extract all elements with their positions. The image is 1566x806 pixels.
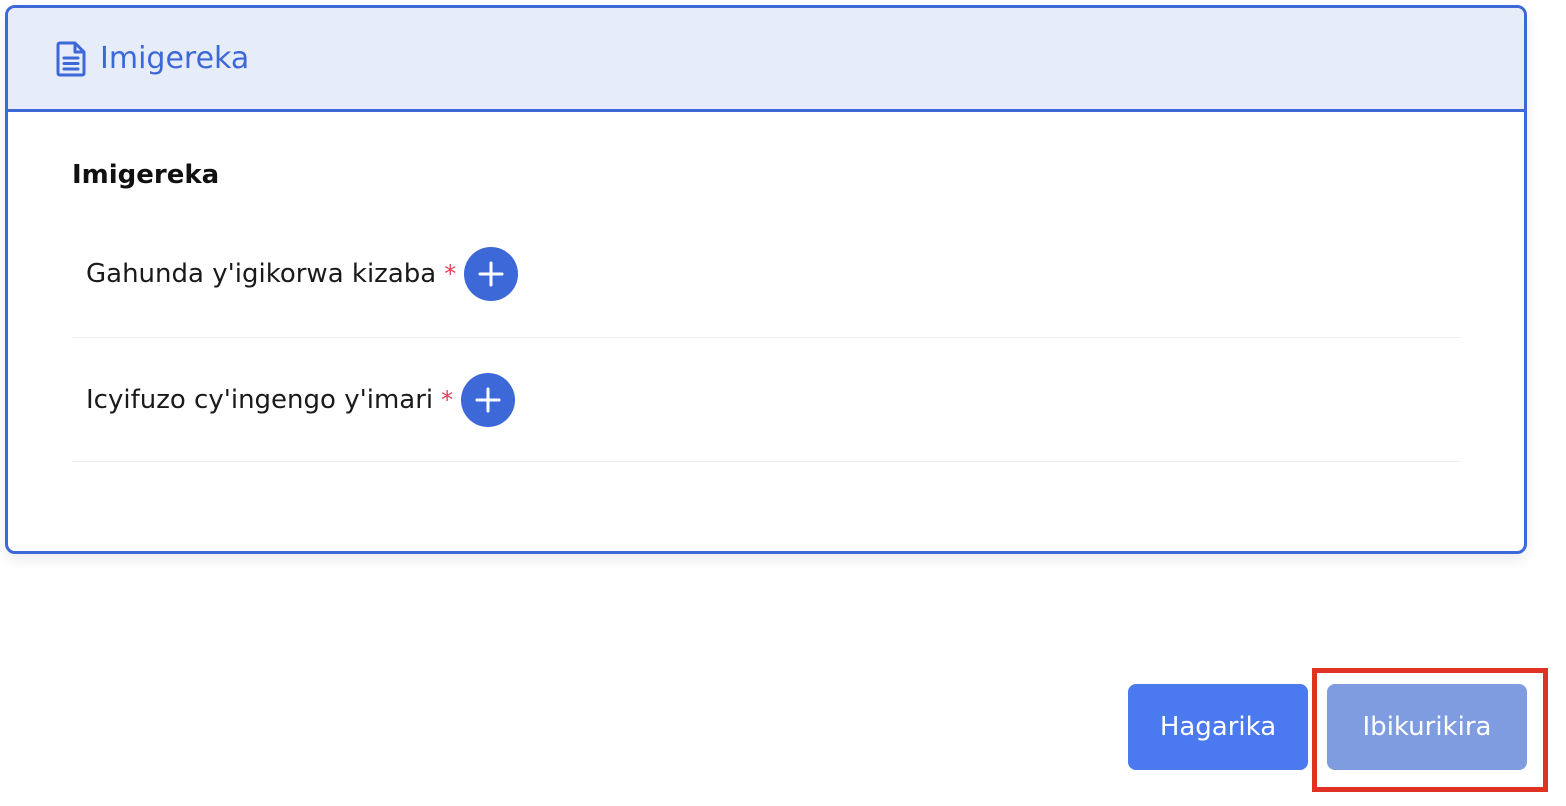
section-title: Imigereka	[72, 160, 220, 190]
attachments-card: Imigereka Imigereka Gahunda y'igikorwa k…	[5, 5, 1527, 554]
document-label: Gahunda y'igikorwa kizaba	[86, 258, 437, 289]
add-action-plan-button[interactable]	[464, 246, 519, 301]
document-label: Icyifuzo cy'ingengo y'imari	[86, 384, 434, 415]
card-header: Imigereka	[8, 8, 1524, 112]
add-budget-request-button[interactable]	[461, 372, 516, 427]
document-row-action-plan: Gahunda y'igikorwa kizaba *	[72, 200, 1461, 338]
card-body: Imigereka Gahunda y'igikorwa kizaba * Ic…	[8, 158, 1524, 462]
plus-icon	[478, 261, 504, 286]
cancel-button[interactable]: Hagarika	[1128, 684, 1308, 770]
required-marker: *	[441, 385, 454, 414]
required-marker: *	[444, 259, 457, 288]
document-icon	[56, 41, 90, 77]
card-header-title: Imigereka	[100, 41, 250, 76]
next-button[interactable]: Ibikurikira	[1327, 684, 1527, 770]
plus-icon	[475, 387, 501, 412]
document-row-budget-request: Icyifuzo cy'ingengo y'imari *	[72, 338, 1461, 462]
